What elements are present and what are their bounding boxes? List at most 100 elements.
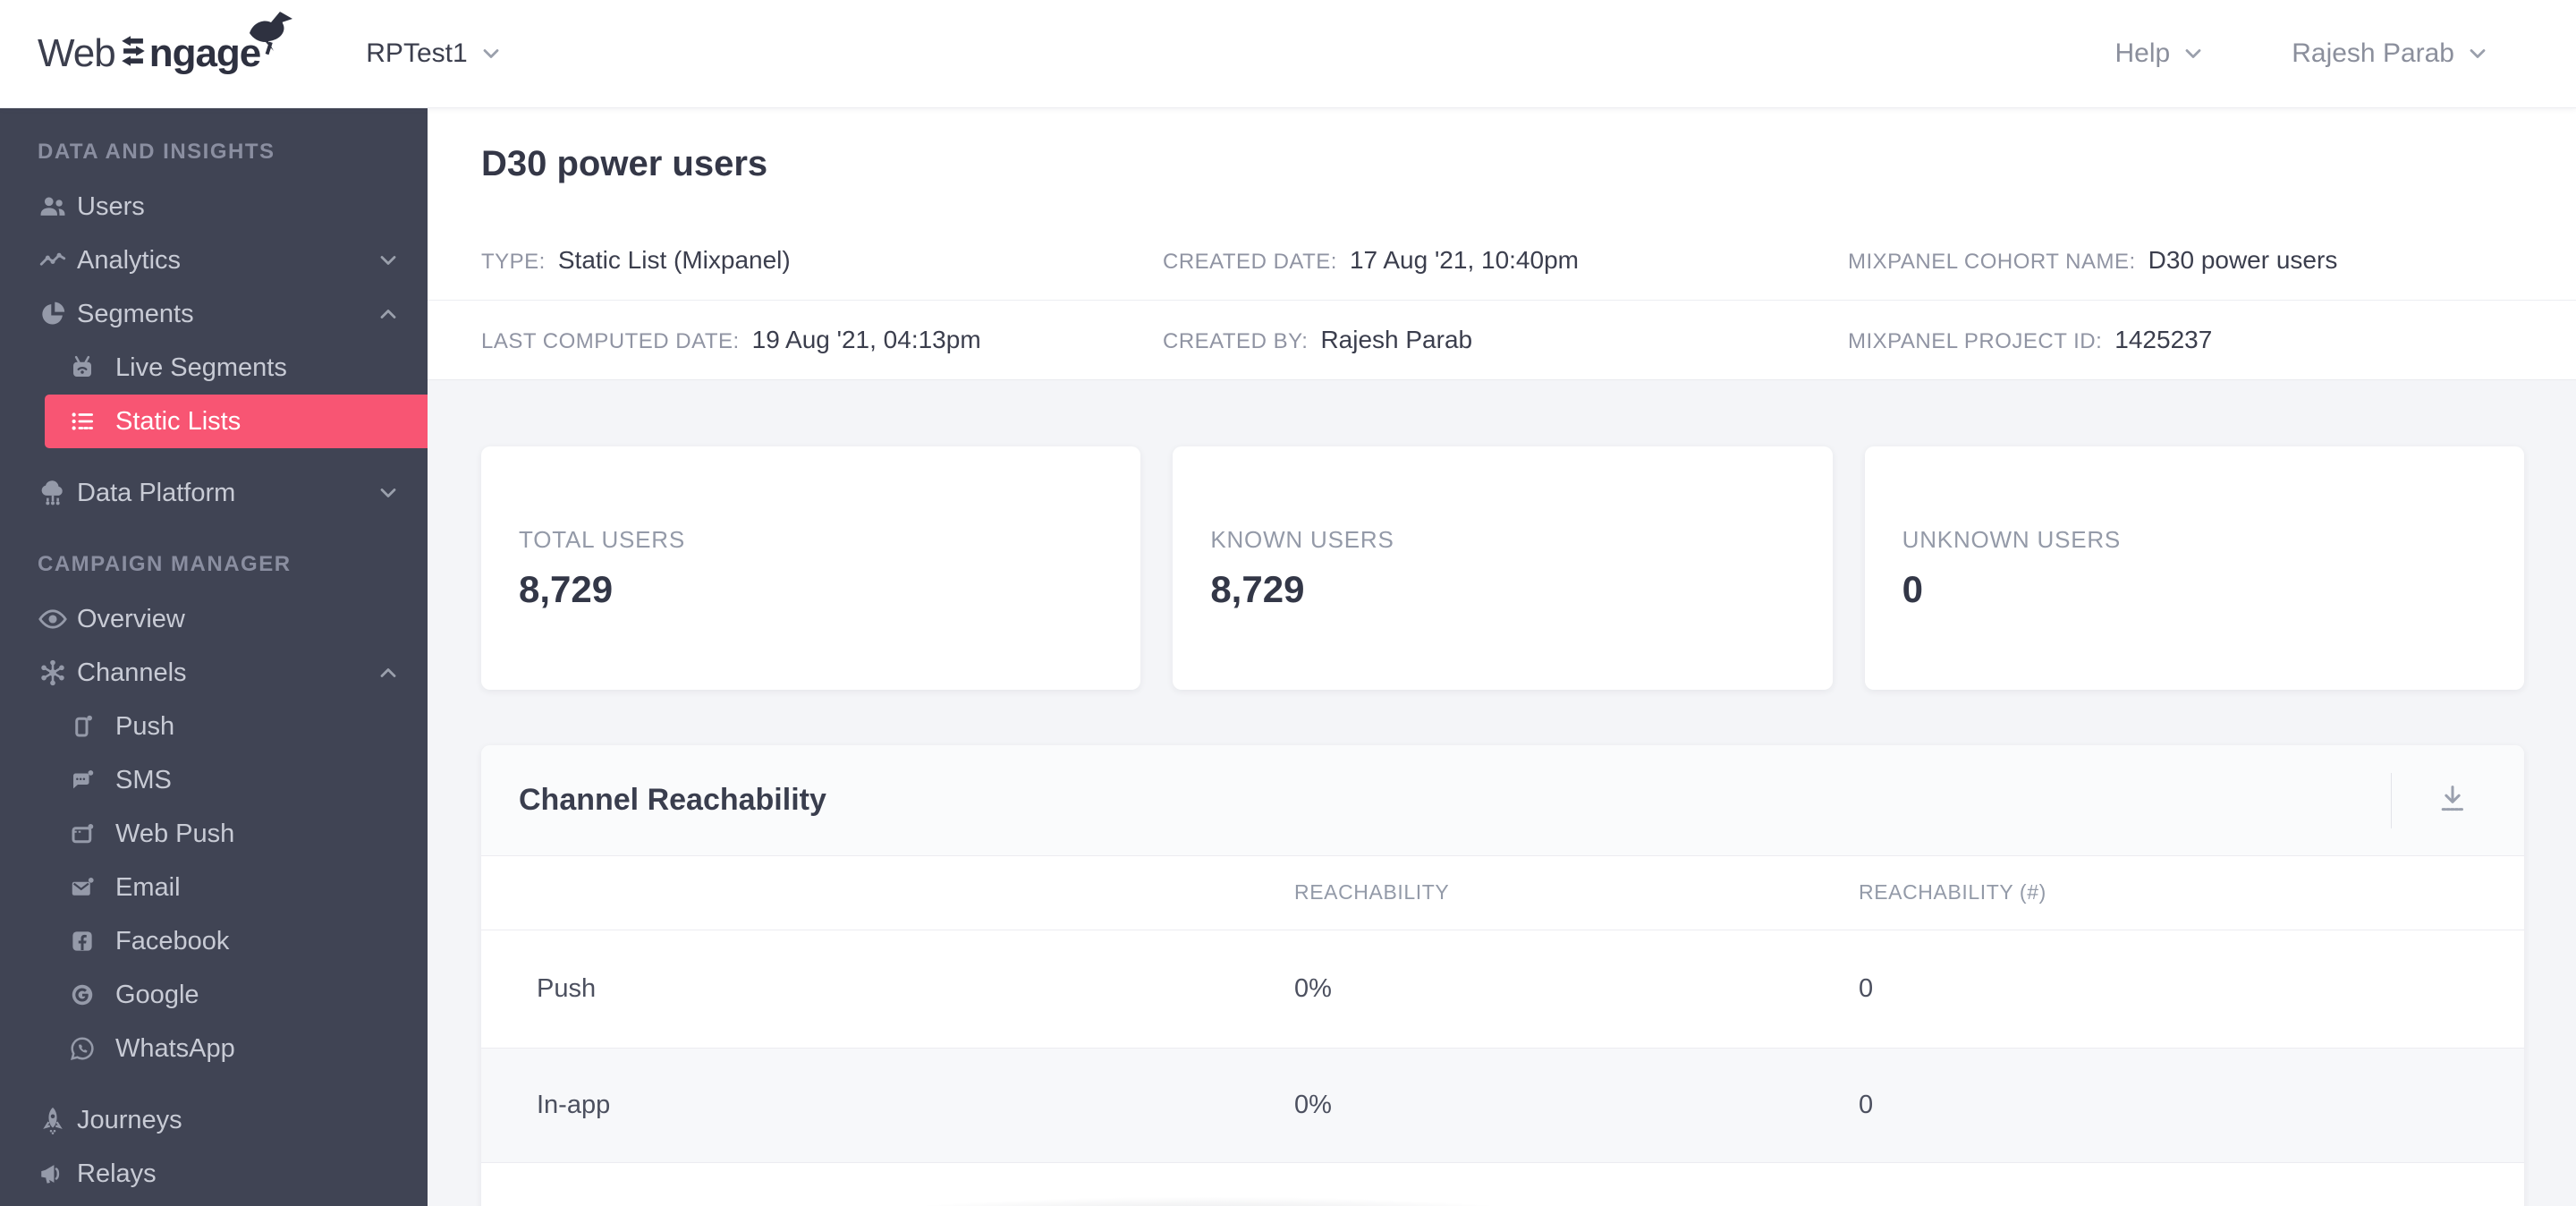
sidebar-item-overview[interactable]: Overview [0,592,428,646]
sidebar-item-label: Users [77,191,145,221]
web-push-icon [69,820,96,847]
email-icon [69,874,96,901]
reachability-cell: 0% [1294,1048,1859,1163]
channel-reachability-header: Channel Reachability [481,745,2524,856]
channel-reachability-card: Channel Reachability REACHABILITY REACHA… [481,745,2524,1206]
top-nav-right: Help Rajesh Parab [2115,38,2490,69]
sidebar-item-relays[interactable]: Relays [0,1147,428,1201]
meta-last-computed: LAST COMPUTED DATE: 19 Aug '21, 04:13pm [481,326,1163,354]
reachability-count-cell: 0 [1859,1048,2524,1163]
reachability-column-header: REACHABILITY [1294,856,1859,930]
table-header-row: REACHABILITY REACHABILITY (#) [481,856,2524,930]
channel-cell: In-app [481,1048,1294,1163]
sidebar-item-whatsapp[interactable]: WhatsApp [0,1022,428,1075]
chevron-up-icon [376,660,401,685]
sidebar-item-label: Relays [77,1159,157,1188]
relays-icon [38,1159,68,1189]
sidebar-item-push[interactable]: Push [0,700,428,753]
overview-icon [38,604,68,634]
meta-created-date: CREATED DATE: 17 Aug '21, 10:40pm [1163,246,1848,275]
sidebar-item-label: Data Platform [77,478,236,507]
meta-cohort-name: MIXPANEL COHORT NAME: D30 power users [1848,246,2337,275]
project-name: RPTest1 [366,38,468,68]
sidebar-item-journeys[interactable]: Journeys [0,1093,428,1147]
sidebar-item-web-push[interactable]: Web Push [0,807,428,861]
logo-arrows-e-icon [120,31,147,66]
data-platform-icon [38,478,68,508]
meta-type: TYPE: Static List (Mixpanel) [481,246,1163,275]
stat-value: 8,729 [519,567,614,610]
meta-value: Static List (Mixpanel) [557,245,791,274]
sidebar-item-facebook[interactable]: Facebook [0,914,428,968]
sidebar-item-label: Journeys [77,1105,182,1134]
sidebar-item-label: SMS [115,765,172,794]
journeys-icon [38,1105,68,1135]
meta-value: 17 Aug '21, 10:40pm [1349,245,1579,274]
sidebar-item-segments[interactable]: Segments [0,287,428,341]
sidebar-section-campaign-manager: CAMPAIGN MANAGER [38,552,292,576]
sms-icon [69,767,96,794]
sidebar-item-label: Web Push [115,819,235,848]
help-label: Help [2114,38,2171,68]
sidebar-item-label: Overview [77,604,185,633]
user-menu[interactable]: Rajesh Parab [2292,38,2490,69]
sidebar-item-label: Segments [77,299,194,328]
meta-project-id: MIXPANEL PROJECT ID: 1425237 [1848,326,2212,354]
sidebar-item-live-segments[interactable]: Live Segments [0,341,428,395]
stat-label: TOTAL USERS [519,525,686,553]
meta-value: Rajesh Parab [1320,326,1473,353]
user-name: Rajesh Parab [2292,38,2454,68]
webengage-logo[interactable]: Web ngage [38,12,293,76]
total-users-card: TOTAL USERS 8,729 [481,446,1141,690]
download-button[interactable] [2429,777,2476,824]
sidebar-item-label: Facebook [115,926,230,955]
sidebar-item-analytics[interactable]: Analytics [0,234,428,287]
stat-value: 0 [1902,567,1924,610]
channel-reachability-title: Channel Reachability [519,783,826,817]
meta-row-2: LAST COMPUTED DATE: 19 Aug '21, 04:13pm … [428,300,2576,379]
reachability-count-column-header: REACHABILITY (#) [1859,856,2524,930]
chevron-up-icon [376,302,401,327]
sidebar-section-data-insights: DATA AND INSIGHTS [38,140,275,164]
page-header: D30 power users TYPE: Static List (Mixpa… [428,108,2576,380]
meta-label: LAST COMPUTED DATE: [481,329,740,353]
channel-column-header [481,856,1294,930]
stat-cards: TOTAL USERS 8,729 KNOWN USERS 8,729 UNKN… [428,380,2576,690]
sidebar-item-label: Static Lists [115,406,242,436]
sidebar-item-static-lists[interactable]: Static Lists [45,395,428,448]
sidebar-item-email[interactable]: Email [0,861,428,914]
sidebar-item-label: WhatsApp [115,1033,235,1063]
project-switcher[interactable]: RPTest1 [366,38,503,69]
sidebar-item-channels[interactable]: Channels [0,646,428,700]
stat-label: KNOWN USERS [1210,525,1394,553]
sidebar-item-label: Live Segments [115,352,287,382]
stat-label: UNKNOWN USERS [1902,525,2122,553]
meta-value: 1425237 [2114,326,2213,353]
google-icon [69,981,96,1008]
whatsapp-icon [69,1035,96,1062]
meta-label: CREATED DATE: [1163,249,1337,274]
page-title: D30 power users [481,144,768,183]
channel-cell: Push [481,930,1294,1049]
sidebar-item-label: Push [115,711,175,741]
meta-created-by: CREATED BY: Rajesh Parab [1163,326,1848,354]
meta-label: MIXPANEL COHORT NAME: [1848,249,2136,274]
reachability-cell: 0% [1294,930,1859,1049]
logo-bird-icon [242,4,300,56]
sidebar: DATA AND INSIGHTS Users Analytics Segmen… [0,108,428,1206]
sidebar-item-users[interactable]: Users [0,180,428,234]
help-menu[interactable]: Help [2115,38,2207,69]
sidebar-item-sms[interactable]: SMS [0,753,428,807]
sidebar-item-label: Analytics [77,245,182,275]
live-segments-icon [69,354,96,381]
stat-value: 8,729 [1210,567,1305,610]
sidebar-item-google[interactable]: Google [0,968,428,1022]
sidebar-item-data-platform[interactable]: Data Platform [0,466,428,520]
chevron-down-icon [479,41,504,66]
meta-label: CREATED BY: [1163,329,1309,353]
unknown-users-card: UNKNOWN USERS 0 [1864,446,2524,690]
main-content: D30 power users TYPE: Static List (Mixpa… [428,108,2576,1206]
meta-row-1: TYPE: Static List (Mixpanel) CREATED DAT… [428,220,2576,300]
chevron-down-icon [376,248,401,273]
table-row-push: Push 0% 0 [481,930,2524,1049]
